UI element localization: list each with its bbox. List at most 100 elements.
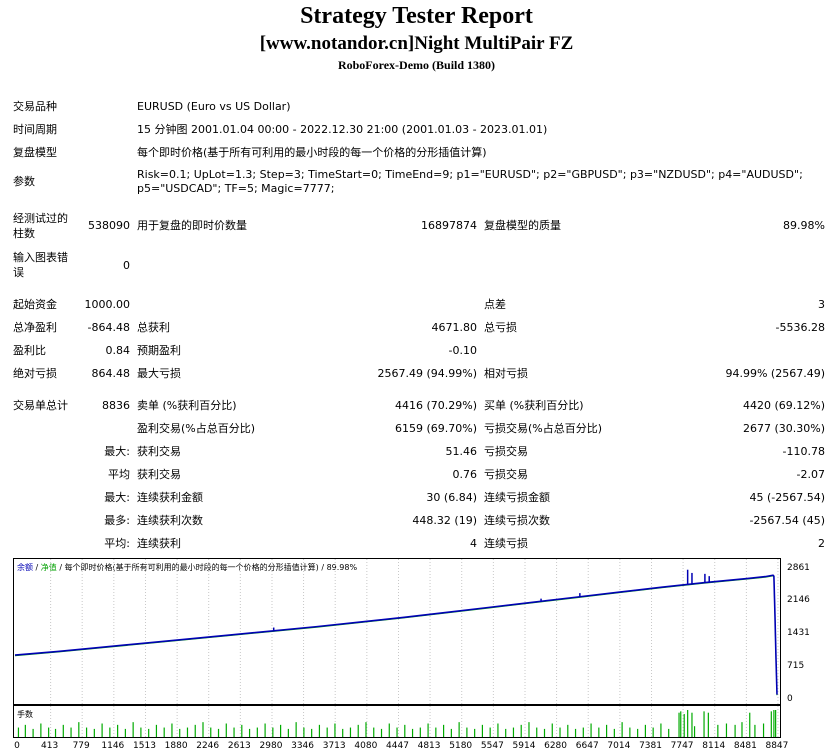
- maxdd-value: 2567.49 (94.99%): [377, 367, 477, 380]
- avg-loss-value: -2.07: [796, 468, 825, 481]
- absdd-label: 绝对亏损: [13, 367, 57, 380]
- y-tick-label: 1431: [787, 628, 810, 639]
- symbol-label: 交易品种: [13, 100, 57, 113]
- deposit-value: 1000.00: [84, 298, 131, 311]
- x-tick-label: 2980: [259, 741, 283, 751]
- avg-loss-label: 亏损交易: [484, 468, 528, 481]
- quality-label: 复盘模型的质量: [484, 219, 561, 232]
- long-label: 买单 (%获利百分比): [484, 399, 584, 412]
- errors-label-1: 输入图表错: [13, 251, 68, 264]
- balance-chart: 余额 / 净值 / 每个即时价格(基于所有可利用的最小时段的每一个价格的分形插值…: [13, 558, 781, 705]
- grossprofit-label: 总获利: [137, 321, 170, 334]
- ticks-value: 16897874: [421, 219, 477, 232]
- largest-loss-value: -110.78: [782, 445, 825, 458]
- expected-value: -0.10: [448, 344, 477, 357]
- reldd-label: 相对亏损: [484, 367, 528, 380]
- y-tick-label: 2146: [787, 595, 810, 606]
- avg-profit-value: 0.76: [452, 468, 478, 481]
- x-tick-label: 0: [14, 741, 20, 751]
- reldd-value: 94.99% (2567.49): [725, 367, 825, 380]
- report-title: Strategy Tester Report: [300, 3, 533, 29]
- most-consec-profit-value: 448.32 (19): [412, 514, 477, 527]
- period-value: 15 分钟图 2001.01.04 00:00 - 2022.12.30 21:…: [137, 123, 548, 136]
- netprofit-label: 总净盈利: [13, 321, 57, 334]
- trades-value: 8836: [102, 399, 130, 412]
- expected-label: 预期盈利: [137, 344, 181, 357]
- loss-trades-label: 亏损交易(%占总百分比): [484, 422, 603, 435]
- x-tick-label: 4813: [417, 741, 441, 751]
- volume-chart: 手数: [13, 705, 781, 738]
- max-consec-losses-value: 45 (-2567.54): [749, 491, 825, 504]
- netprofit-value: -864.48: [87, 321, 130, 334]
- loss-trades-value: 2677 (30.30%): [742, 422, 825, 435]
- max-prefix: 最大:: [104, 491, 130, 504]
- long-value: 4420 (69.12%): [742, 399, 825, 412]
- errors-value: 0: [123, 259, 130, 272]
- server-info: RoboForex-Demo (Build 1380): [337, 58, 496, 72]
- x-tick-label: 3346: [291, 741, 314, 751]
- balance-chart-svg: [14, 559, 779, 704]
- x-tick-label: 8847: [765, 741, 789, 751]
- profit-trades-value: 6159 (69.70%): [394, 422, 477, 435]
- x-tick-label: 5914: [512, 741, 536, 751]
- deposit-label: 起始资金: [13, 298, 57, 311]
- x-tick-label: 779: [72, 741, 90, 751]
- avg-consec-wins-value: 4: [470, 537, 477, 550]
- most-consec-loss-label: 连续亏损次数: [484, 514, 550, 527]
- avg-consec-losses-label: 连续亏损: [484, 537, 528, 550]
- x-tick-label: 2613: [227, 741, 251, 751]
- absdd-value: 864.48: [91, 367, 131, 380]
- grossprofit-value: 4671.80: [431, 321, 478, 334]
- grossloss-label: 总亏损: [484, 321, 517, 334]
- quality-value: 89.98%: [783, 219, 825, 232]
- x-tick-label: 1146: [101, 741, 125, 751]
- pf-label: 盈利比: [13, 344, 46, 357]
- max-consec-wins-label: 连续获利金额: [137, 491, 203, 504]
- x-tick-label: 1880: [164, 741, 188, 751]
- bars-value: 538090: [88, 219, 130, 232]
- profit-trades-label: 盈利交易(%占总百分比): [137, 422, 256, 435]
- largest-prefix: 最大:: [104, 445, 130, 458]
- most-prefix: 最多:: [104, 514, 130, 527]
- grossloss-value: -5536.28: [775, 321, 825, 334]
- model-value: 每个即时价格(基于所有可利用的最小时段的每一个价格的分形插值计算): [137, 146, 487, 159]
- spread-value: 3: [818, 298, 825, 311]
- most-consec-profit-label: 连续获利次数: [137, 514, 203, 527]
- x-tick-label: 7381: [639, 741, 662, 751]
- trades-label: 交易单总计: [13, 399, 68, 412]
- expert-name: [www.notandor.cn]Night MultiPair FZ: [259, 33, 574, 54]
- average-prefix: 平均: [108, 468, 130, 481]
- x-tick-label: 5180: [449, 741, 473, 751]
- avg-profit-label: 获利交易: [137, 468, 181, 481]
- x-tick-label: 5547: [480, 741, 504, 751]
- max-consec-wins-value: 30 (6.84): [426, 491, 477, 504]
- avg2-prefix: 平均:: [104, 537, 130, 550]
- largest-profit-value: 51.46: [445, 445, 478, 458]
- short-label: 卖单 (%获利百分比): [137, 399, 237, 412]
- equity-line: [14, 575, 778, 696]
- bars-label-2: 柱数: [13, 227, 35, 240]
- x-tick-label: 8114: [702, 741, 726, 751]
- volume-chart-svg: [17, 706, 779, 737]
- bars-label-1: 经测试过的: [13, 212, 68, 225]
- pf-value: 0.84: [105, 344, 131, 357]
- ticks-label: 用于复盘的即时价数量: [137, 219, 247, 232]
- x-tick-label: 413: [41, 741, 59, 751]
- params-label: 参数: [13, 175, 35, 188]
- max-consec-losses-label: 连续亏损金额: [484, 491, 550, 504]
- y-tick-label: 715: [787, 661, 805, 672]
- x-tick-label: 4080: [354, 741, 378, 751]
- y-tick-label: 0: [787, 694, 793, 704]
- symbol-value: EURUSD (Euro vs US Dollar): [137, 100, 291, 113]
- errors-label-2: 误: [13, 266, 24, 279]
- x-tick-label: 8481: [733, 741, 757, 751]
- largest-loss-label: 亏损交易: [484, 445, 528, 458]
- avg-consec-wins-label: 连续获利: [137, 537, 181, 550]
- x-tick-label: 2246: [196, 741, 220, 751]
- model-label: 复盘模型: [13, 146, 57, 159]
- x-tick-label: 4447: [386, 741, 409, 751]
- x-tick-label: 1513: [133, 741, 156, 751]
- avg-consec-losses-value: 2: [818, 537, 825, 550]
- balance-line: [14, 574, 778, 695]
- period-label: 时间周期: [13, 123, 57, 136]
